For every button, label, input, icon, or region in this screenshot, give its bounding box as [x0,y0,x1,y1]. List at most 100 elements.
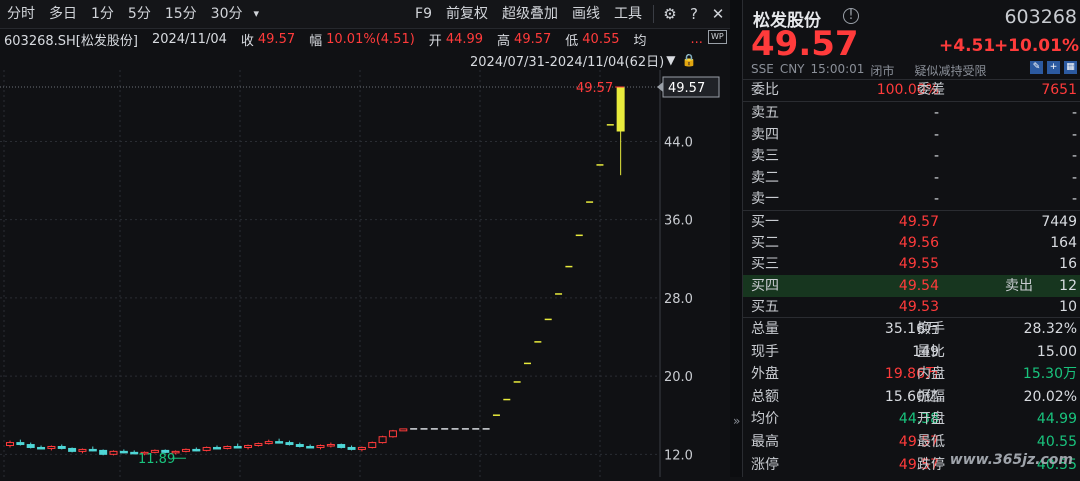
tools-button[interactable]: 工具 [607,0,649,28]
tab-1min[interactable]: 1分 [84,0,121,28]
candle-body [68,447,77,452]
grid-icon[interactable]: ▦ [1064,61,1077,74]
kline-chart[interactable]: 44.0 36.0 28.0 20.0 12.0 49.57 49.57 11.89 [0,70,730,477]
toolbar-separator [653,5,654,23]
stat-row: 总量 35.16万 换手 28.32% [743,318,1080,340]
tab-intraday[interactable]: 分时 [0,0,42,28]
market-meta: SSE CNY 15:00:01 闭市 疑似减持受限 [751,62,986,79]
plus-icon[interactable]: + [1047,61,1060,74]
close-icon[interactable]: ✕ [706,5,730,23]
draw-button[interactable]: 画线 [565,0,607,28]
candle-body [37,446,46,450]
candle-body [254,443,263,447]
close-label: 收 [240,33,254,49]
bid-level-label: 买一 [751,214,779,230]
low-label: 低 [565,33,579,49]
price-change-pct: +10.01% [993,36,1079,56]
stat-label: 最低 [917,434,945,450]
candle-body [181,448,190,452]
triangle-down-icon[interactable]: ▼ [666,53,675,67]
ask-row[interactable]: 卖二 - - [743,167,1080,189]
y-tick-label: 28.0 [664,292,693,307]
more-indicator[interactable]: ... [691,32,703,47]
period-dropdown-icon[interactable]: ▾ [250,0,264,28]
candle-body [306,445,315,449]
bid-tag: 卖出 [1005,277,1033,294]
candle-body [26,444,35,448]
y-tick-label: 20.0 [664,370,693,385]
candle-body [357,446,366,450]
quote-info-bar: 603268.SH[松发股份] 2024/11/04 收 49.57 幅 10.… [0,28,704,50]
bid-price: 49.53 [898,298,939,315]
stock-code: 603268 [1004,6,1077,28]
tab-multiday[interactable]: 多日 [42,0,84,28]
stat-label: 外盘 [751,366,779,383]
wp-icon[interactable]: WP [708,30,727,44]
kline-chart-svg[interactable]: 44.0 36.0 28.0 20.0 12.0 49.57 49.57 11.89 [0,70,730,477]
high-value: 49.57 [514,31,552,47]
ask-level-label: 卖一 [751,191,779,207]
candle-body [275,441,284,444]
ask-price: - [933,105,939,121]
quote-panel: 松发股份 ! 603268 49.57 +4.51 +10.01% SSE CN… [742,0,1080,477]
ask-volume: - [1071,105,1077,121]
bid-row[interactable]: 买五 49.53 10 [743,296,1080,318]
candle-body [295,444,304,447]
ask-row[interactable]: 卖一 - - [743,188,1080,210]
stat-label: 总额 [751,388,779,405]
date-range[interactable]: 2024/07/31-2024/11/04(62日) ▼ 🔒 [470,50,696,70]
bid-row[interactable]: 买一 49.57 7449 [743,211,1080,233]
collapse-icon[interactable]: » [733,414,740,428]
stat-label: 换手 [917,321,945,337]
candle-body [264,441,273,445]
chart-toolbar: 分时 多日 1分 5分 15分 30分 ▾ F9 前复权 超级叠加 画线 工具 … [0,0,730,29]
adjust-button[interactable]: 前复权 [439,0,495,28]
y-tick-label: 36.0 [664,214,693,229]
avg-label: 均 [633,33,647,49]
bid-volume: 12 [1059,277,1077,294]
stat-label: 振幅 [917,388,945,405]
candle-body [99,449,108,455]
candle-body [347,446,356,450]
candle-body [223,445,232,449]
candle-body [78,448,87,452]
tab-30min[interactable]: 30分 [204,0,250,28]
candle-body [130,451,139,455]
stat-label: 总量 [751,321,779,337]
panel-divider [730,0,742,477]
stat-label: 开盘 [917,411,945,428]
overlay-button[interactable]: 超级叠加 [495,0,565,28]
order-ratio-row: 委比 100.00% 委差 7651 [743,79,1080,101]
bid-row[interactable]: 买二 49.56 164 [743,232,1080,254]
bid-row[interactable]: 买三 49.55 16 [743,253,1080,275]
tab-15min[interactable]: 15分 [158,0,204,28]
candle-body [337,444,346,448]
stat-row: 外盘 19.86万 内盘 15.30万 [743,363,1080,385]
candle-body [368,442,377,448]
bid-volume: 16 [1059,256,1077,273]
weicha-value: 7651 [1041,82,1077,98]
candle-body [192,448,201,452]
stat-row: 最高 49.57 最低 40.55 [743,431,1080,453]
bid-price: 49.56 [898,235,939,252]
stat-value: 15.00 [1036,343,1077,360]
range-label: 幅 [309,33,323,49]
ask-row[interactable]: 卖三 - - [743,145,1080,167]
info-icon[interactable]: ! [843,8,859,24]
gear-icon[interactable]: ⚙ [658,5,682,23]
ask-row[interactable]: 卖五 - - [743,102,1080,124]
ask-level-label: 卖五 [751,105,779,121]
market-status: 闭市 [870,64,895,78]
open-value: 44.99 [445,31,484,47]
stat-label: 内盘 [917,366,945,383]
tab-5min[interactable]: 5分 [121,0,158,28]
bid-volume: 7449 [1041,214,1077,230]
lock-icon[interactable]: 🔒 [681,53,696,67]
help-icon[interactable]: ? [682,5,706,23]
edit-icon[interactable]: ✎ [1030,61,1043,74]
f9-button[interactable]: F9 [408,0,439,28]
ask-row[interactable]: 卖四 - - [743,124,1080,146]
candle-body [16,442,25,446]
bid-level-label: 买三 [751,256,779,273]
bid-row[interactable]: 买四 49.54 卖出 12 [743,274,1080,297]
